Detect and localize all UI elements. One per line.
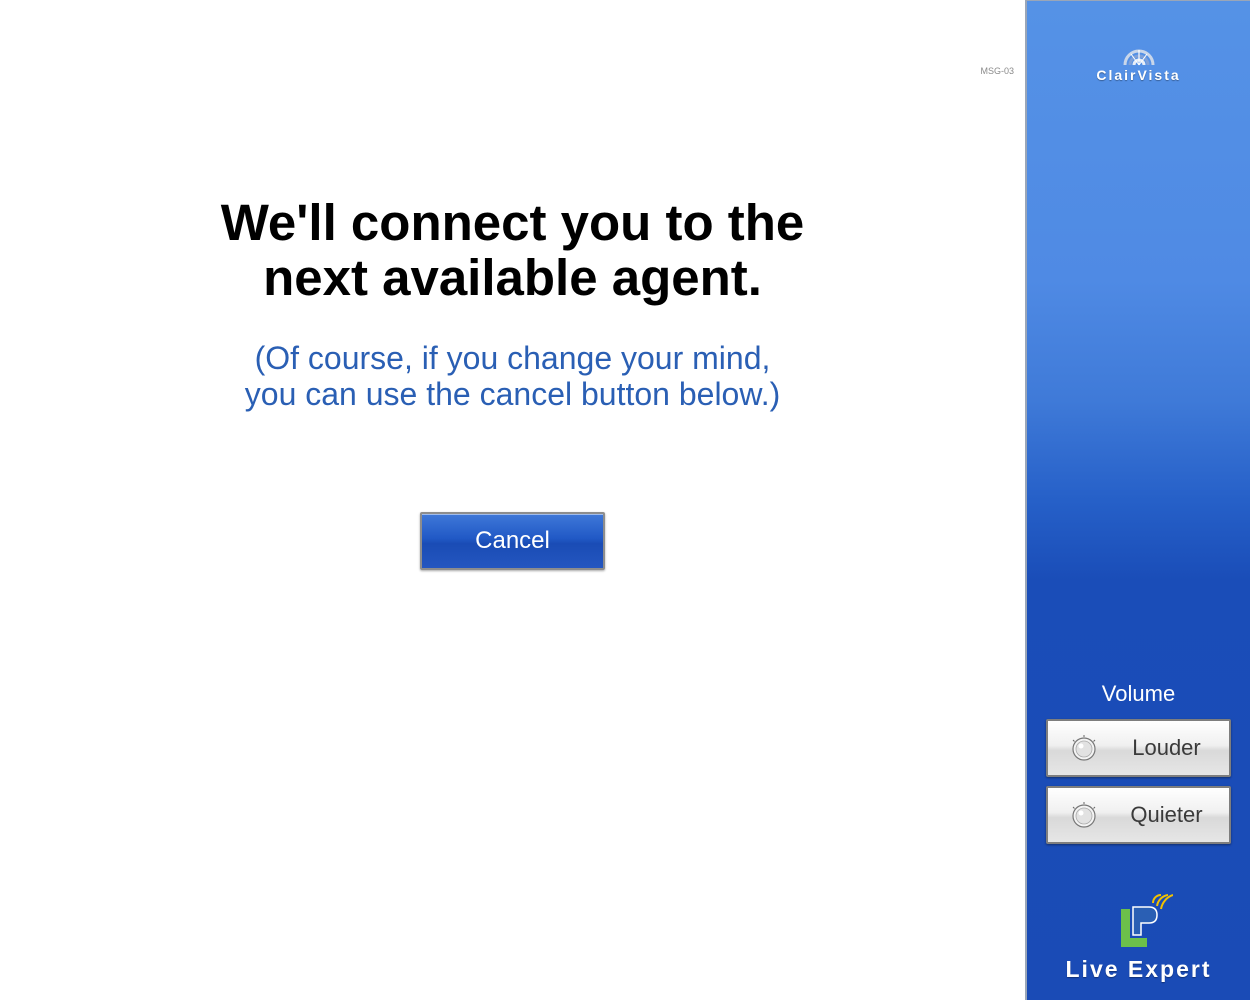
clairvista-logo-icon <box>1123 49 1154 66</box>
volume-label: Volume <box>1101 681 1176 706</box>
subtext-line-1: (Of course, if you change your mind, <box>254 340 771 376</box>
quieter-button[interactable]: Quieter <box>1046 786 1231 844</box>
headline: We'll connect you to the next available … <box>0 195 1025 305</box>
subtext: (Of course, if you change your mind, you… <box>0 340 1025 412</box>
louder-button[interactable]: Louder <box>1046 719 1231 777</box>
headline-line-2: next available agent. <box>263 249 762 306</box>
subtext-line-2: you can use the cancel button below.) <box>244 376 781 412</box>
louder-label: Louder <box>1132 735 1201 760</box>
speaker-dial-icon <box>1072 735 1096 761</box>
brand-name: ClairVista <box>1096 67 1181 83</box>
quieter-label: Quieter <box>1130 802 1203 827</box>
sidebar: ClairVista Volume Louder Quieter Live Ex… <box>1025 0 1250 1000</box>
headline-line-1: We'll connect you to the <box>220 194 805 251</box>
screen-code: MSG-03 <box>980 66 1014 76</box>
product-name: Live Expert <box>1065 956 1212 982</box>
speaker-dial-icon <box>1072 802 1096 828</box>
brand: ClairVista <box>1027 45 1250 83</box>
live-expert-logo-icon <box>1121 894 1173 947</box>
main-content: MSG-03 We'll connect you to the next ava… <box>0 0 1025 1000</box>
cancel-button[interactable]: Cancel <box>420 512 605 570</box>
